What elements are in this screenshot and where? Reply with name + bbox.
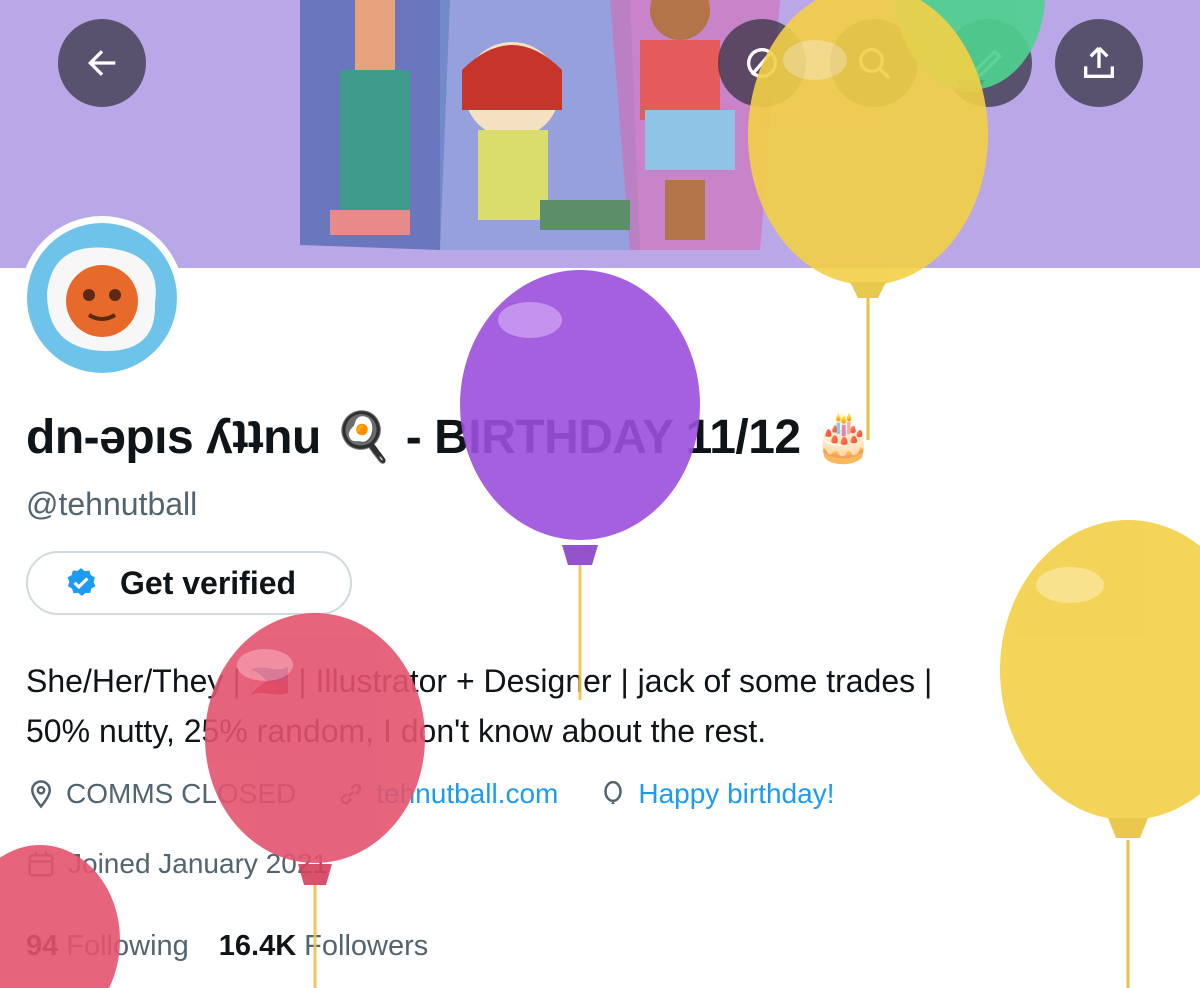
website[interactable]: tehnutball.com [336, 778, 558, 810]
profile-meta: COMMS CLOSED tehnutball.com Happy birthd… [26, 778, 874, 810]
profile-bio: She/Her/They | 🇵🇭 | Illustrator + Design… [26, 656, 1176, 756]
search-button[interactable] [830, 19, 918, 107]
edit-button[interactable] [944, 19, 1032, 107]
grok-button[interactable] [718, 19, 806, 107]
display-name-rest: - BIRTHDAY 11/12 🎂 [405, 411, 873, 464]
following-link[interactable]: 94 Following [26, 930, 189, 963]
location: COMMS CLOSED [26, 778, 296, 810]
display-name-emoji: 🍳 [333, 411, 394, 464]
followers-label: Followers [304, 930, 429, 962]
following-count: 94 [26, 930, 59, 962]
back-button[interactable] [58, 19, 146, 107]
avatar-image [27, 223, 177, 373]
follow-stats: 94 Following 16.4K Followers [26, 930, 458, 963]
share-button[interactable] [1055, 19, 1143, 107]
bio-line-2: 50% nutty, 25% random, I don't know abou… [26, 713, 767, 749]
display-name: dn-əpıs ʎʇʇnu 🍳 - BIRTHDAY 11/12 🎂 [26, 408, 873, 465]
arrow-left-icon [88, 50, 116, 76]
joined-date: Joined January 2021 [26, 848, 328, 880]
balloon-icon [604, 780, 623, 804]
profile-handle: @tehnutball [26, 486, 198, 522]
website-link[interactable]: tehnutball.com [376, 778, 558, 810]
avatar[interactable] [20, 216, 184, 380]
location-pin-icon [30, 780, 52, 809]
verified-badge-icon [67, 568, 96, 596]
followers-link[interactable]: 16.4K Followers [219, 930, 428, 963]
link-icon [340, 783, 362, 805]
balloon-purple [460, 270, 700, 700]
joined-text: Joined January 2021 [68, 848, 328, 879]
edit-icon [972, 48, 1003, 79]
grok-icon [747, 48, 777, 78]
following-label: Following [66, 930, 189, 962]
share-icon [1084, 46, 1114, 78]
bio-line-1: She/Her/They | 🇵🇭 | Illustrator + Design… [26, 663, 933, 699]
search-icon [859, 48, 891, 80]
get-verified-button[interactable]: Get verified [26, 551, 352, 615]
location-text: COMMS CLOSED [66, 778, 297, 809]
get-verified-label: Get verified [120, 564, 297, 601]
display-name-main: dn-əpıs ʎʇʇnu [26, 411, 321, 464]
birthday: Happy birthday! [598, 778, 834, 810]
followers-count: 16.4K [218, 930, 297, 962]
calendar-icon [28, 851, 54, 877]
birthday-text[interactable]: Happy birthday! [638, 778, 834, 810]
